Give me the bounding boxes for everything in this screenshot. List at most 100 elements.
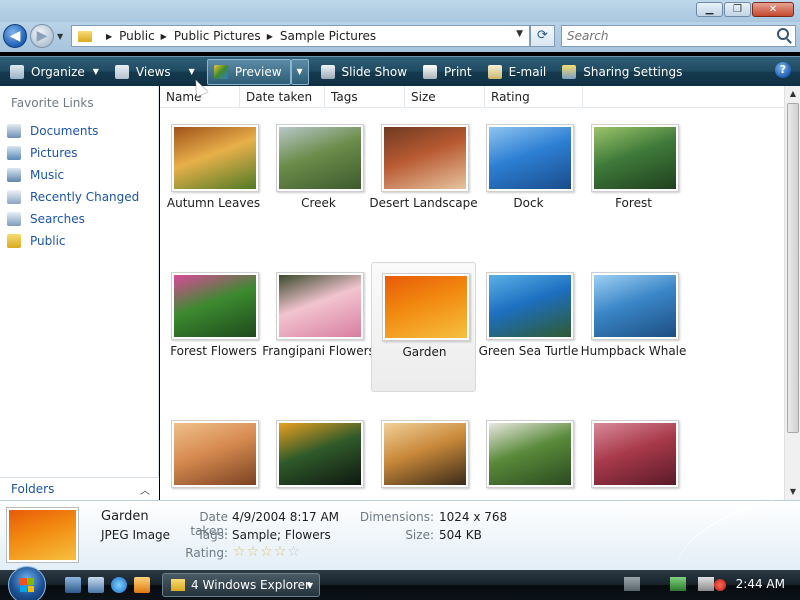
sidebar-item-pictures[interactable]: Pictures xyxy=(7,142,139,164)
tags-value[interactable]: Sample; Flowers xyxy=(232,528,331,542)
clock[interactable]: 2:44 AM xyxy=(736,577,785,591)
media-player-icon[interactable] xyxy=(134,577,150,593)
email-button[interactable]: E-mail xyxy=(482,59,553,85)
thumbnail-image xyxy=(385,276,467,338)
file-tile[interactable]: Desert Landscape xyxy=(369,114,478,244)
folders-toggle[interactable]: Folders ︿ xyxy=(0,477,159,499)
sidebar-item-label: Public xyxy=(30,234,66,248)
file-tile[interactable]: Autumn Leaves xyxy=(161,114,266,244)
search-icon[interactable] xyxy=(777,28,789,40)
sidebar-item-public[interactable]: Public xyxy=(7,230,139,252)
organize-button[interactable]: Organize ▼ xyxy=(4,59,105,85)
minimize-button[interactable]: ▁ xyxy=(696,2,723,17)
star-empty-icon[interactable]: ☆ xyxy=(287,545,300,559)
column-header-size[interactable]: Size xyxy=(405,86,485,108)
file-thumbnail xyxy=(171,272,259,340)
recent-pages-dropdown[interactable]: ▼ xyxy=(57,32,63,41)
file-tile[interactable] xyxy=(266,410,371,500)
file-thumbnail xyxy=(591,420,679,488)
show-desktop-icon[interactable] xyxy=(65,577,81,593)
scroll-up-icon[interactable]: ▲ xyxy=(785,86,800,102)
views-button[interactable]: Views ▼ xyxy=(109,59,201,85)
sharing-label: Sharing Settings xyxy=(583,64,683,79)
address-bar[interactable]: ▶ Public ▶ Public Pictures ▶ Sample Pict… xyxy=(71,25,530,47)
column-header-rating[interactable]: Rating xyxy=(485,86,583,108)
switch-windows-icon[interactable] xyxy=(88,577,104,593)
file-tile[interactable]: Frangipani Flowers xyxy=(262,262,375,392)
folder-icon xyxy=(7,234,21,248)
file-tile[interactable]: Green Sea Turtle xyxy=(476,262,581,392)
chevron-down-icon: ▼ xyxy=(296,67,303,76)
recently-changed-icon xyxy=(7,190,21,204)
breadcrumb-arrow-icon[interactable]: ▶ xyxy=(106,32,112,41)
sidebar-item-searches[interactable]: Searches xyxy=(7,208,139,230)
maximize-button[interactable]: ❐ xyxy=(724,2,751,17)
back-button[interactable]: ◀ xyxy=(3,24,27,48)
scroll-down-icon[interactable]: ▼ xyxy=(785,484,800,500)
breadcrumb-arrow-icon[interactable]: ▶ xyxy=(161,32,167,41)
column-header-date-taken[interactable]: Date taken xyxy=(240,86,325,108)
star-filled-icon[interactable]: ☆ xyxy=(260,545,273,559)
star-filled-icon[interactable]: ☆ xyxy=(233,545,246,559)
breadcrumb-public-pictures[interactable]: Public Pictures xyxy=(174,29,261,43)
preview-dropdown-button[interactable]: ▼ xyxy=(290,58,309,85)
preview-button[interactable]: Preview xyxy=(206,58,291,85)
thumbnail-image xyxy=(489,127,571,189)
file-tile[interactable] xyxy=(371,410,476,500)
column-header-tags[interactable]: Tags xyxy=(325,86,405,108)
preview-icon xyxy=(213,64,228,79)
breadcrumb-arrow-icon[interactable]: ▶ xyxy=(267,32,273,41)
sharing-icon xyxy=(562,64,577,79)
details-pane: Garden JPEG Image Date taken: 4/9/2004 8… xyxy=(0,500,800,577)
warning-icon[interactable] xyxy=(714,579,726,591)
start-button[interactable] xyxy=(8,566,46,600)
chevron-down-icon[interactable]: ▼ xyxy=(189,67,195,76)
sidebar-item-recently-changed[interactable]: Recently Changed xyxy=(7,186,139,208)
refresh-button[interactable]: ⟳ xyxy=(530,25,555,47)
file-tile[interactable]: Humpback Whale xyxy=(581,262,686,392)
favorite-links-heading: Favorite Links xyxy=(11,96,94,110)
keyboard-icon[interactable] xyxy=(624,577,640,591)
volume-muted-icon[interactable] xyxy=(698,577,714,591)
search-input[interactable] xyxy=(562,26,762,46)
file-tile[interactable]: Garden xyxy=(371,262,476,392)
star-filled-icon[interactable]: ☆ xyxy=(274,545,287,559)
file-tile[interactable]: Forest Flowers xyxy=(161,262,266,392)
file-tile[interactable]: Creek xyxy=(266,114,371,244)
breadcrumb-sample-pictures[interactable]: Sample Pictures xyxy=(280,29,376,43)
sharing-settings-button[interactable]: Sharing Settings xyxy=(556,59,688,85)
star-filled-icon[interactable]: ☆ xyxy=(247,545,260,559)
close-button[interactable]: ✕ xyxy=(752,2,794,17)
sidebar-item-music[interactable]: Music xyxy=(7,164,139,186)
thumbnail-image xyxy=(594,127,676,189)
file-tile[interactable] xyxy=(581,410,686,500)
file-tile[interactable]: Forest xyxy=(581,114,686,244)
slideshow-icon xyxy=(320,64,335,79)
file-thumbnail xyxy=(171,420,259,488)
pictures-icon xyxy=(7,146,21,160)
print-button[interactable]: Print xyxy=(417,59,478,85)
thumbnail-image xyxy=(594,275,676,337)
folders-label: Folders xyxy=(11,481,55,496)
print-label: Print xyxy=(444,64,472,79)
internet-explorer-icon[interactable] xyxy=(111,577,127,593)
slideshow-button[interactable]: Slide Show xyxy=(315,59,413,85)
file-tile[interactable] xyxy=(161,410,266,500)
network-icon[interactable] xyxy=(670,577,686,591)
window-controls: ▁ ❐ ✕ xyxy=(696,2,794,17)
scroll-thumb[interactable] xyxy=(787,103,799,433)
address-dropdown-icon[interactable]: ▼ xyxy=(516,29,523,39)
tags-label: Tags: xyxy=(197,528,228,542)
forward-button[interactable]: ▶ xyxy=(30,24,54,48)
taskbar-windows-explorer-button[interactable]: 4 Windows Explorer ▼ xyxy=(162,573,320,597)
rating-stars[interactable]: ☆ ☆ ☆ ☆ ☆ xyxy=(233,545,300,559)
sidebar-item-documents[interactable]: Documents xyxy=(7,120,139,142)
help-icon[interactable]: ? xyxy=(775,62,791,78)
date-taken-value[interactable]: 4/9/2004 8:17 AM xyxy=(232,510,339,524)
vertical-scrollbar[interactable]: ▲ ▼ xyxy=(784,86,800,500)
file-tile[interactable] xyxy=(476,410,581,500)
breadcrumb-public[interactable]: Public xyxy=(119,29,155,43)
printer-icon xyxy=(423,64,438,79)
file-tile[interactable]: Dock xyxy=(476,114,581,244)
file-thumbnail xyxy=(486,272,574,340)
